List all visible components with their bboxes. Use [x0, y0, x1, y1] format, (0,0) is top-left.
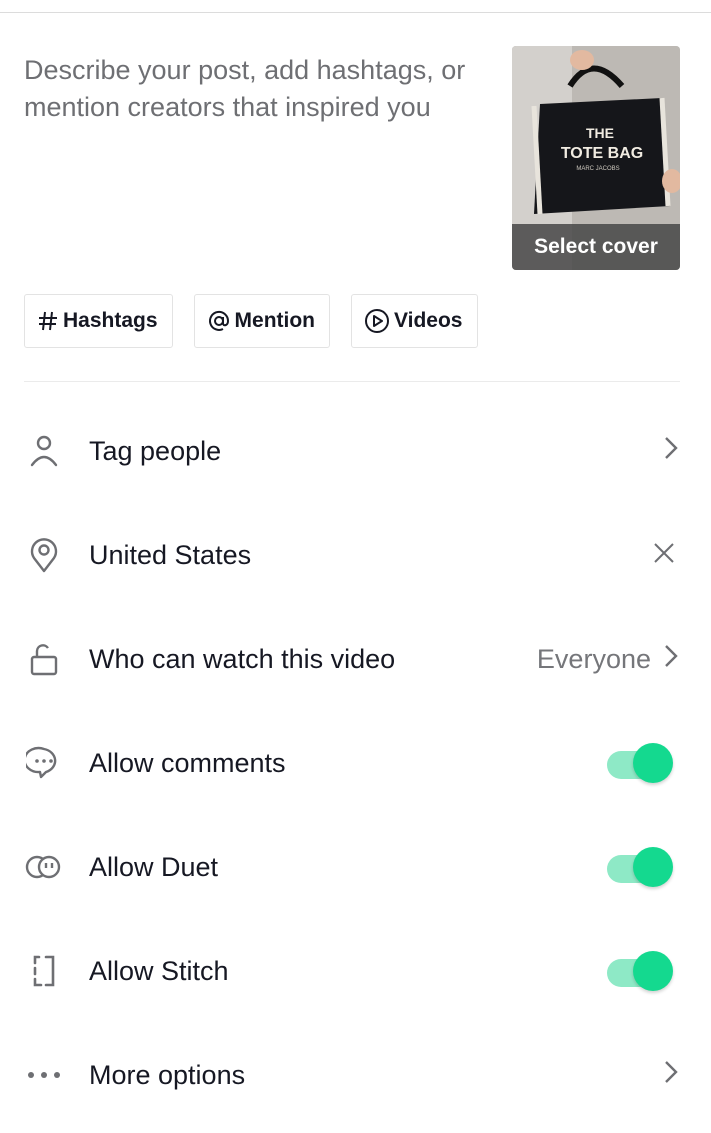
at-icon: [207, 309, 231, 333]
comment-icon: [24, 743, 64, 783]
hashtags-button[interactable]: Hashtags: [24, 294, 173, 348]
setting-label: Allow Stitch: [89, 955, 229, 986]
close-icon[interactable]: [653, 540, 675, 571]
toggle-knob: [633, 743, 673, 783]
caption-input[interactable]: Describe your post, add hashtags, or men…: [24, 52, 494, 126]
select-cover-button[interactable]: Select cover: [512, 224, 680, 270]
setting-tag-people[interactable]: Tag people: [0, 421, 711, 481]
unlock-icon: [24, 639, 64, 679]
hashtag-icon: [37, 310, 59, 332]
more-icon: [24, 1055, 64, 1095]
setting-label: Allow Duet: [89, 851, 219, 882]
setting-label: More options: [89, 1059, 246, 1090]
toggle-knob: [633, 847, 673, 887]
setting-allow-duet: Allow Duet: [0, 837, 711, 897]
allow-duet-toggle[interactable]: [607, 847, 673, 887]
setting-allow-stitch: Allow Stitch: [0, 941, 711, 1001]
setting-label: Who can watch this video: [89, 643, 396, 674]
duet-icon: [24, 847, 64, 887]
section-divider: [24, 381, 680, 382]
mention-label: Mention: [234, 309, 316, 332]
location-icon: [24, 535, 64, 575]
stitch-icon: [24, 951, 64, 991]
toggle-knob: [633, 951, 673, 991]
person-icon: [24, 431, 64, 471]
cover-text-1: THE: [586, 125, 614, 141]
setting-privacy[interactable]: Who can watch this video Everyone: [0, 629, 711, 689]
setting-more-options[interactable]: More options: [0, 1045, 711, 1105]
chevron-right-icon: [663, 434, 679, 469]
play-circle-icon: [364, 308, 390, 334]
videos-button[interactable]: Videos: [351, 294, 478, 348]
allow-comments-toggle[interactable]: [607, 743, 673, 783]
chevron-right-icon: [663, 1058, 679, 1093]
allow-stitch-toggle[interactable]: [607, 951, 673, 991]
setting-label: United States: [89, 539, 252, 570]
setting-location[interactable]: United States: [0, 525, 711, 585]
setting-label: Allow comments: [89, 747, 286, 778]
chip-row: Hashtags Mention Videos: [24, 294, 478, 348]
setting-allow-comments: Allow comments: [0, 733, 711, 793]
cover-text-2: TOTE BAG: [561, 145, 643, 162]
cover-text-3: MARC JACOBS: [576, 166, 619, 172]
privacy-value: Everyone: [536, 643, 651, 674]
setting-label: Tag people: [89, 435, 222, 466]
hashtags-label: Hashtags: [63, 309, 158, 332]
mention-button[interactable]: Mention: [193, 294, 331, 348]
videos-label: Videos: [394, 309, 463, 332]
chevron-right-icon: [663, 642, 679, 677]
cover-thumbnail[interactable]: THE TOTE BAG MARC JACOBS Select cover: [512, 46, 680, 270]
top-divider: [0, 12, 711, 13]
